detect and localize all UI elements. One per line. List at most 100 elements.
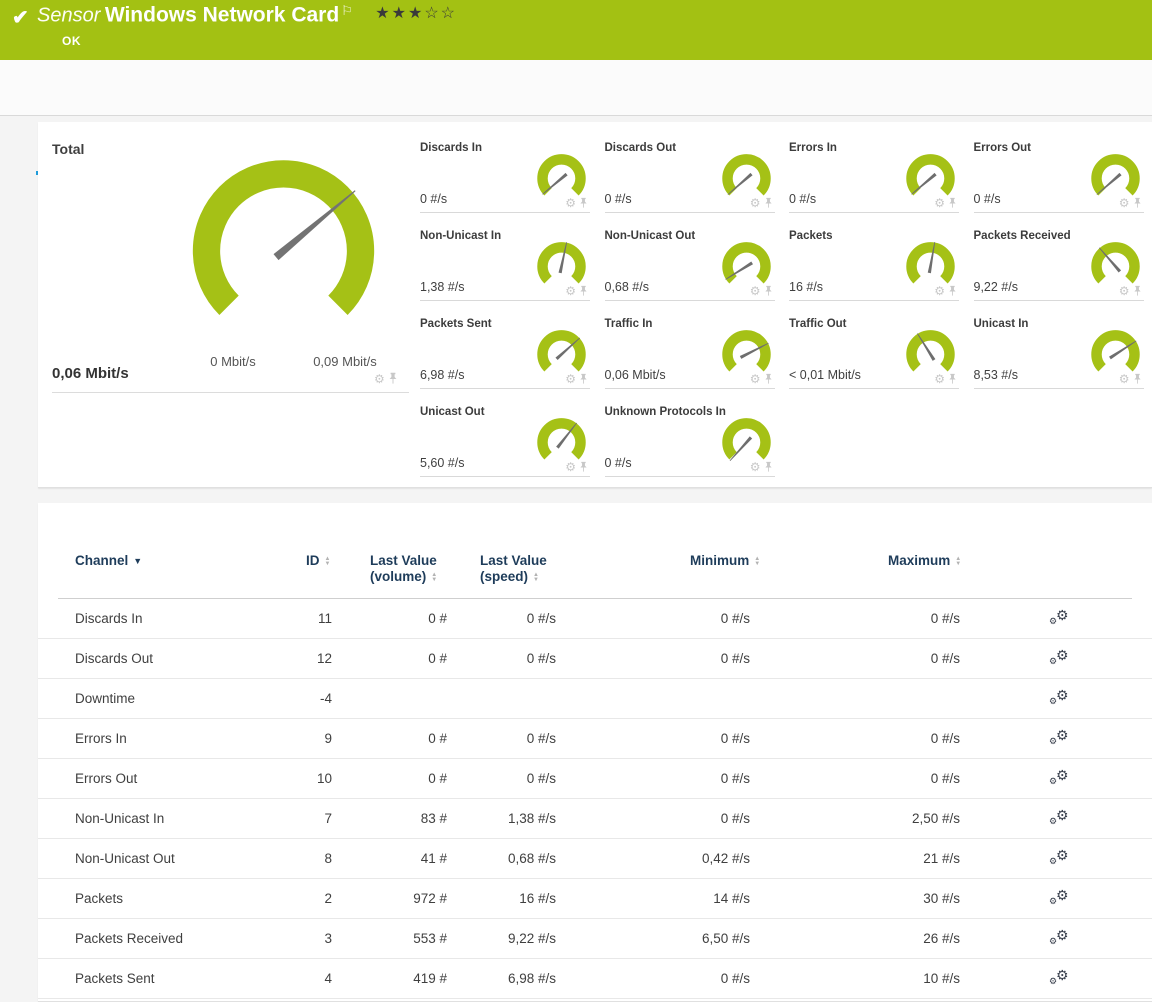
table-row[interactable]: Non-Unicast Out 8 41 # 0,68 #/s 0,42 #/s… — [38, 839, 1152, 879]
channel-gauge-actions: ⚙ — [750, 373, 773, 385]
channel-gear-icon[interactable]: ⚙ — [1119, 197, 1130, 209]
channel-settings-gears-icon[interactable]: ⚙⚙ — [1048, 719, 1074, 759]
cell-last-value-speed: 0 #/s — [527, 719, 556, 758]
pin-icon[interactable] — [764, 285, 773, 297]
channel-gauge-cell[interactable]: Traffic Out < 0,01 Mbit/s ⚙ — [789, 316, 959, 389]
channel-gauge-cell[interactable]: Unknown Protocols In 0 #/s ⚙ — [605, 404, 775, 477]
cell-last-value-speed: 6,98 #/s — [508, 959, 556, 998]
channel-settings-gears-icon[interactable]: ⚙⚙ — [1048, 759, 1074, 799]
column-header-id[interactable]: ID ▲▼ — [306, 553, 330, 568]
channel-settings-gears-icon[interactable]: ⚙⚙ — [1048, 879, 1074, 919]
object-kind-label: Sensor — [37, 4, 100, 26]
pin-icon[interactable] — [948, 373, 957, 385]
table-row[interactable]: Discards In 11 0 # 0 #/s 0 #/s 0 #/s ⚙⚙ — [38, 599, 1152, 639]
channel-gear-icon[interactable]: ⚙ — [750, 285, 761, 297]
column-header-minimum[interactable]: Minimum ▲▼ — [690, 553, 760, 568]
channel-gauge-cell[interactable]: Non-Unicast Out 0,68 #/s ⚙ — [605, 228, 775, 301]
channel-gauge-cell[interactable]: Traffic In 0,06 Mbit/s ⚙ — [605, 316, 775, 389]
pin-icon[interactable] — [948, 197, 957, 209]
channel-gear-icon[interactable]: ⚙ — [565, 197, 576, 209]
cell-last-value-volume: 553 # — [413, 919, 447, 958]
cell-maximum: 2,50 #/s — [912, 799, 960, 838]
table-row[interactable]: Non-Unicast In 7 83 # 1,38 #/s 0 #/s 2,5… — [38, 799, 1152, 839]
channel-gauge-cell[interactable]: Packets Received 9,22 #/s ⚙ — [974, 228, 1144, 301]
channel-gear-icon[interactable]: ⚙ — [1119, 285, 1130, 297]
pin-icon[interactable] — [579, 197, 588, 209]
pin-icon[interactable] — [579, 461, 588, 473]
channel-gauge-cell[interactable]: Non-Unicast In 1,38 #/s ⚙ — [420, 228, 590, 301]
cell-last-value-speed: 16 #/s — [519, 879, 556, 918]
column-header-last-value-volume[interactable]: Last Value (volume) ▲▼ — [370, 553, 437, 585]
cell-maximum: 26 #/s — [923, 919, 960, 958]
channel-gauge-actions: ⚙ — [565, 373, 588, 385]
cell-minimum: 0 #/s — [721, 799, 750, 838]
cell-maximum: 0 #/s — [931, 639, 960, 678]
channel-gauge-cell[interactable]: Packets 16 #/s ⚙ — [789, 228, 959, 301]
cell-channel: Packets — [75, 879, 123, 918]
column-header-last-value-speed[interactable]: Last Value (speed) ▲▼ — [480, 553, 547, 585]
table-row[interactable]: Discards Out 12 0 # 0 #/s 0 #/s 0 #/s ⚙⚙ — [38, 639, 1152, 679]
cell-last-value-speed: 0 #/s — [527, 639, 556, 678]
pin-icon[interactable] — [764, 461, 773, 473]
channel-gauge-actions: ⚙ — [1119, 285, 1142, 297]
pin-icon[interactable] — [764, 373, 773, 385]
cell-channel: Non-Unicast In — [75, 799, 164, 838]
table-row[interactable]: Errors In 9 0 # 0 #/s 0 #/s 0 #/s ⚙⚙ — [38, 719, 1152, 759]
channel-gauge-cell[interactable]: Unicast Out 5,60 #/s ⚙ — [420, 404, 590, 477]
pin-icon[interactable] — [1133, 285, 1142, 297]
channel-gear-icon[interactable]: ⚙ — [750, 197, 761, 209]
cell-minimum: 0 #/s — [721, 759, 750, 798]
pin-icon[interactable] — [948, 285, 957, 297]
channel-gear-icon[interactable]: ⚙ — [934, 373, 945, 385]
channel-gauge-label: Non-Unicast Out — [605, 230, 696, 242]
channel-gauge-cell[interactable]: Errors In 0 #/s ⚙ — [789, 140, 959, 213]
table-row[interactable]: Packets Sent 4 419 # 6,98 #/s 0 #/s 10 #… — [38, 959, 1152, 999]
cell-minimum: 0 #/s — [721, 959, 750, 998]
pin-icon[interactable] — [388, 372, 398, 385]
channel-gauge-cell[interactable]: Discards In 0 #/s ⚙ — [420, 140, 590, 213]
cell-channel: Discards Out — [75, 639, 153, 678]
column-header-channel[interactable]: Channel ▼ — [75, 553, 142, 568]
channel-settings-gears-icon[interactable]: ⚙⚙ — [1048, 599, 1074, 639]
channel-settings-gears-icon[interactable]: ⚙⚙ — [1048, 919, 1074, 959]
channel-gauge-cell[interactable]: Packets Sent 6,98 #/s ⚙ — [420, 316, 590, 389]
pin-icon[interactable] — [764, 197, 773, 209]
cell-last-value-volume: 41 # — [421, 839, 447, 878]
table-row[interactable]: Packets Received 3 553 # 9,22 #/s 6,50 #… — [38, 919, 1152, 959]
channel-settings-gears-icon[interactable]: ⚙⚙ — [1048, 839, 1074, 879]
channel-gauge-label: Non-Unicast In — [420, 230, 501, 242]
cell-maximum: 21 #/s — [923, 839, 960, 878]
channel-gauge-cell[interactable]: Discards Out 0 #/s ⚙ — [605, 140, 775, 213]
channel-gear-icon[interactable]: ⚙ — [565, 373, 576, 385]
channel-gauge-value: 9,22 #/s — [974, 280, 1018, 294]
channel-gear-icon[interactable]: ⚙ — [934, 197, 945, 209]
channel-gear-icon[interactable]: ⚙ — [374, 373, 385, 385]
cell-minimum: 0,42 #/s — [702, 839, 750, 878]
priority-stars[interactable]: ★★★☆☆ — [375, 5, 457, 22]
pin-icon[interactable] — [579, 285, 588, 297]
flag-icon[interactable]: ⚐ — [341, 3, 353, 18]
channel-gauge-cell[interactable]: Errors Out 0 #/s ⚙ — [974, 140, 1144, 213]
pin-icon[interactable] — [1133, 197, 1142, 209]
channel-gauge-value: 0 #/s — [974, 192, 1001, 206]
pin-icon[interactable] — [579, 373, 588, 385]
cell-id: 10 — [317, 759, 332, 798]
channel-gear-icon[interactable]: ⚙ — [750, 373, 761, 385]
channel-settings-gears-icon[interactable]: ⚙⚙ — [1048, 959, 1074, 999]
pin-icon[interactable] — [1133, 373, 1142, 385]
channel-gauge-actions: ⚙ — [750, 285, 773, 297]
table-row[interactable]: Downtime -4 ⚙⚙ — [38, 679, 1152, 719]
channel-settings-gears-icon[interactable]: ⚙⚙ — [1048, 679, 1074, 719]
channel-gauge-cell[interactable]: Unicast In 8,53 #/s ⚙ — [974, 316, 1144, 389]
channel-settings-gears-icon[interactable]: ⚙⚙ — [1048, 639, 1074, 679]
cell-last-value-volume: 0 # — [428, 639, 447, 678]
channel-gear-icon[interactable]: ⚙ — [1119, 373, 1130, 385]
channel-gear-icon[interactable]: ⚙ — [565, 285, 576, 297]
column-header-maximum[interactable]: Maximum ▲▼ — [888, 553, 961, 568]
channel-settings-gears-icon[interactable]: ⚙⚙ — [1048, 799, 1074, 839]
channel-gear-icon[interactable]: ⚙ — [934, 285, 945, 297]
table-row[interactable]: Packets 2 972 # 16 #/s 14 #/s 30 #/s ⚙⚙ — [38, 879, 1152, 919]
channel-gear-icon[interactable]: ⚙ — [750, 461, 761, 473]
channel-gear-icon[interactable]: ⚙ — [565, 461, 576, 473]
table-row[interactable]: Errors Out 10 0 # 0 #/s 0 #/s 0 #/s ⚙⚙ — [38, 759, 1152, 799]
